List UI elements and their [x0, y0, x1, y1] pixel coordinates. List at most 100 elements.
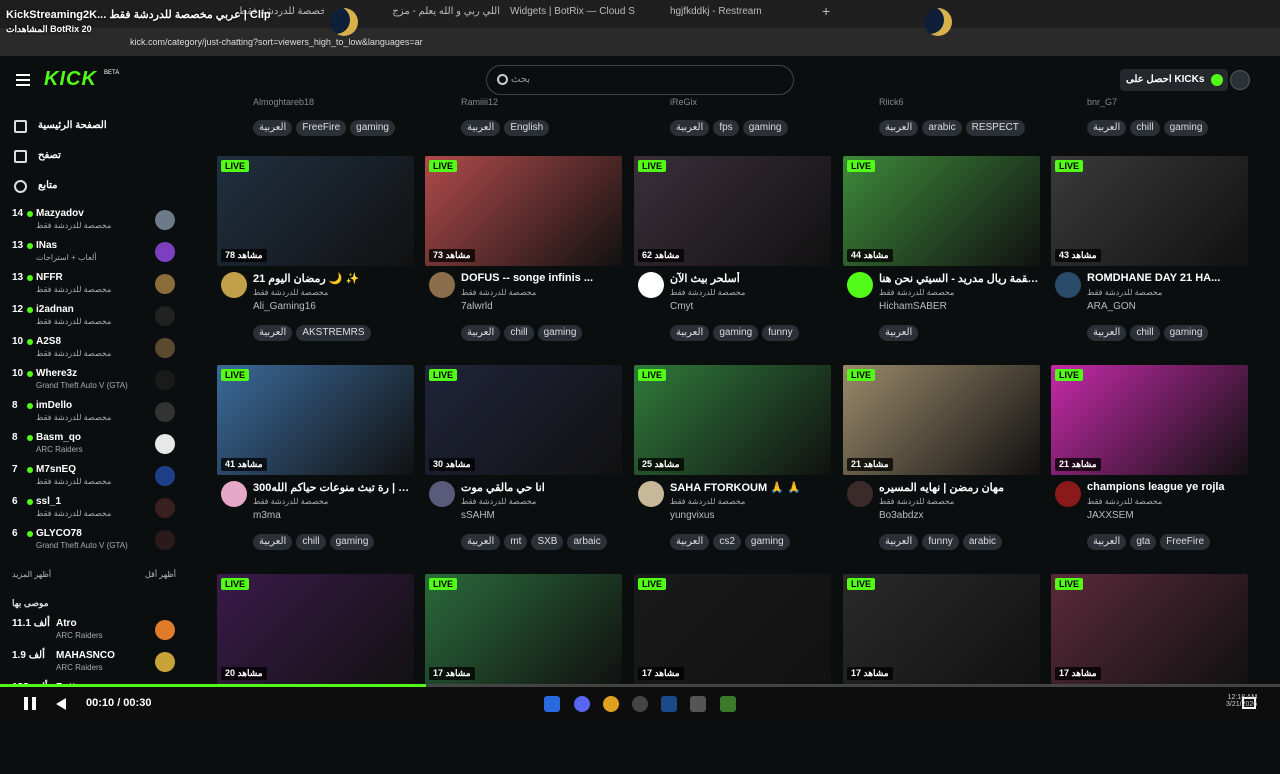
tag-chip[interactable]: chill [504, 325, 534, 341]
stream-thumbnail[interactable]: LIVE 17 مشاهد [634, 574, 831, 684]
streamer-name[interactable]: 7alwrld [461, 301, 493, 312]
tag-chip[interactable]: mt [504, 534, 528, 550]
streamer-name[interactable]: Ali_Gaming16 [253, 301, 316, 312]
tag-chip[interactable]: العربية [879, 534, 919, 550]
tag-chip[interactable]: FreeFire [296, 120, 347, 136]
stream-card[interactable]: LIVE 20 مشاهد [217, 574, 414, 774]
tag-chip[interactable]: chill [1130, 325, 1160, 341]
stream-thumbnail[interactable]: LIVE 17 مشاهد [1051, 574, 1248, 684]
tag-chip[interactable]: العربية [670, 325, 710, 341]
stream-category[interactable]: مخصصة للدردشة فقط [879, 288, 954, 297]
tag-chip[interactable]: gaming [537, 325, 583, 341]
stream-card[interactable]: LIVE 25 مشاهد SAHA FTORKOUM 🙏 🙏 مخصصة للدرد… [634, 365, 831, 565]
sidebar-channel[interactable]: 8 Basm_qo ARC Raiders [12, 432, 177, 462]
stream-thumbnail[interactable]: LIVE 17 مشاهد [843, 574, 1040, 684]
streamer-avatar[interactable] [638, 272, 664, 298]
stream-category[interactable]: مخصصة للدردشة فقط [1087, 497, 1162, 506]
sidebar-channel[interactable]: 8 imDello مخصصة للدردشة فقط [12, 400, 177, 430]
stream-title[interactable]: SAHA FTORKOUM 🙏 🙏 [670, 481, 830, 494]
sidebar-channel[interactable]: 12 i2adnan مخصصة للدردشة فقط [12, 304, 177, 334]
sidebar-channel[interactable]: 10 Where3z Grand Theft Auto V (GTA) [12, 368, 177, 398]
stream-thumbnail[interactable]: LIVE 21 مشاهد [1051, 365, 1248, 475]
stream-thumbnail[interactable]: LIVE 41 مشاهد [217, 365, 414, 475]
streamer-name[interactable]: yungvixus [670, 510, 714, 521]
recommended-channel[interactable]: 11.1 ألف Atro ARC Raiders [12, 618, 177, 648]
sidebar-channel[interactable]: 13 INas ألعاب + استراحات [12, 240, 177, 270]
stream-card[interactable]: LIVE 44 مشاهد القمة ريال مدريد - السيتي نح… [843, 156, 1040, 356]
tag-chip[interactable]: arabic [922, 120, 962, 136]
tag-chip[interactable]: chill [1130, 120, 1160, 136]
streamer-name[interactable]: Bo3abdzx [879, 510, 923, 521]
show-more-link[interactable]: أظهر المزيد [12, 570, 51, 579]
streamer-avatar[interactable] [1055, 272, 1081, 298]
browser-tab[interactable]: hgjfkddkj - Restream [670, 6, 790, 26]
streamer-name[interactable]: ARA_GON [1087, 301, 1136, 312]
streamer-name[interactable]: HichamSABER [879, 301, 947, 312]
sidebar-channel[interactable]: 7 M7snEQ مخصصة للدردشة فقط [12, 464, 177, 494]
tag-chip[interactable]: funny [762, 325, 799, 341]
stream-thumbnail[interactable]: LIVE 17 مشاهد [425, 574, 622, 684]
streamer-name[interactable]: sSAHM [461, 510, 495, 521]
streamer-avatar[interactable] [221, 481, 247, 507]
tag-chip[interactable]: English [504, 120, 550, 136]
tag-chip[interactable]: العربية [461, 534, 501, 550]
tag-chip[interactable]: gaming [1163, 120, 1209, 136]
stream-category[interactable]: مخصصة للدردشة فقط [253, 497, 328, 506]
stream-category[interactable]: مخصصة للدردشة فقط [879, 497, 954, 506]
stream-title[interactable]: ROMDHANE DAY 21 HA... [1087, 272, 1247, 284]
tag-chip[interactable]: العربية [1087, 534, 1127, 550]
pause-icon[interactable] [24, 697, 36, 710]
progress-bar[interactable] [0, 684, 1280, 687]
app-icon[interactable] [690, 696, 706, 712]
stream-thumbnail[interactable]: LIVE 25 مشاهد [634, 365, 831, 475]
tag-chip[interactable]: funny [922, 534, 959, 550]
tag-chip[interactable]: arbaic [567, 534, 607, 550]
stream-card[interactable]: LIVE 41 مشاهد 300؟ | رة تبث منوعات حياكم ا… [217, 365, 414, 565]
stream-category[interactable]: مخصصة للدردشة فقط [670, 288, 745, 297]
stream-card[interactable]: LIVE 78 مشاهد 21 رمضان اليوم 🌙 ✨ مخصصة للدر… [217, 156, 414, 356]
stream-card[interactable]: LIVE 17 مشاهد [634, 574, 831, 774]
streamer-name[interactable]: JAXXSEM [1087, 510, 1134, 521]
hamburger-menu-icon[interactable] [16, 74, 30, 86]
stream-thumbnail[interactable]: LIVE 73 مشاهد [425, 156, 622, 266]
tag-chip[interactable]: العربية [879, 120, 919, 136]
stream-card[interactable]: LIVE 62 مشاهد أسلحر بيث الآن مخصصة للدردشة … [634, 156, 831, 356]
sidebar-item-following[interactable]: متابع [14, 178, 174, 198]
stream-card[interactable]: LIVE 73 مشاهد DOFUS -- songe infinis ... مخ… [425, 156, 622, 356]
sidebar-channel[interactable]: 10 A2S8 مخصصة للدردشة فقط [12, 336, 177, 366]
tag-chip[interactable]: العربية [1087, 325, 1127, 341]
tag-chip[interactable]: العربية [879, 325, 919, 341]
tag-chip[interactable]: العربية [253, 325, 293, 341]
tag-chip[interactable]: AKSTREMRS [296, 325, 371, 341]
sidebar-item-home[interactable]: الصفحة الرئيسية [14, 118, 174, 138]
tag-chip[interactable]: gaming [1163, 325, 1209, 341]
stream-title[interactable]: انا حي مالقي موت [461, 481, 621, 494]
show-less-link[interactable]: أظهر أقل [145, 570, 176, 579]
streamer-avatar[interactable] [429, 272, 455, 298]
streamer-avatar[interactable] [847, 272, 873, 298]
stream-thumbnail[interactable]: LIVE 62 مشاهد [634, 156, 831, 266]
tag-chip[interactable]: العربية [253, 120, 293, 136]
tag-chip[interactable]: العربية [670, 120, 710, 136]
stream-title[interactable]: القمة ريال مدريد - السيتي نحن هنا ... [879, 272, 1039, 285]
streamer-avatar[interactable] [847, 481, 873, 507]
browser-tab[interactable]: Widgets | BotRix — Cloud Stre... [510, 6, 635, 26]
stream-thumbnail[interactable]: LIVE 21 مشاهد [843, 365, 1040, 475]
recommended-channel[interactable]: 1.9 ألف MAHASNCO ARC Raiders [12, 650, 177, 680]
obs-icon[interactable] [632, 696, 648, 712]
stream-card[interactable]: LIVE 21 مشاهد champions league ye rojla مخص… [1051, 365, 1248, 565]
app-icon[interactable] [661, 696, 677, 712]
stream-title[interactable]: أسلحر بيث الآن [670, 272, 830, 285]
user-avatar[interactable] [1230, 70, 1250, 90]
sidebar-channel[interactable]: 13 NFFR مخصصة للدردشة فقط [12, 272, 177, 302]
search-input[interactable]: بحث [486, 65, 794, 95]
sidebar-channel[interactable]: 6 GLYCO78 Grand Theft Auto V (GTA) [12, 528, 177, 558]
stream-thumbnail[interactable]: LIVE 43 مشاهد [1051, 156, 1248, 266]
kick-logo[interactable]: KICK [44, 68, 97, 91]
chrome-icon[interactable] [603, 696, 619, 712]
tag-chip[interactable]: RESPECT [965, 120, 1025, 136]
discord-icon[interactable] [574, 696, 590, 712]
stream-card[interactable]: LIVE 21 مشاهد مهان رمضن | نهايه المسيره مخص… [843, 365, 1040, 565]
tag-chip[interactable]: العربية [670, 534, 710, 550]
tag-chip[interactable]: gta [1130, 534, 1157, 550]
